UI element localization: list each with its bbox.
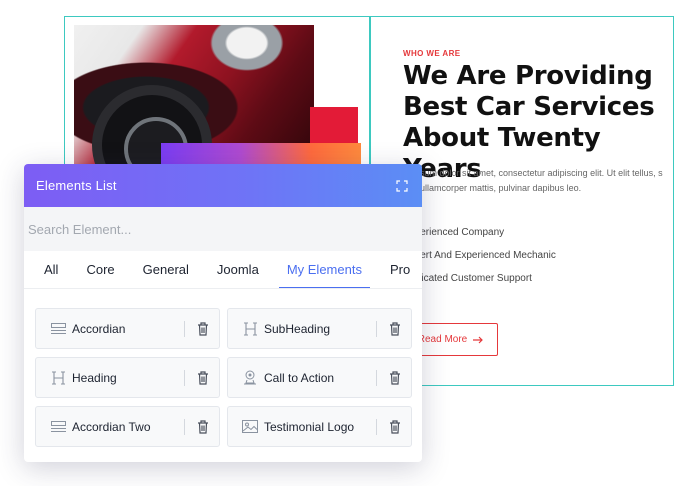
feature-list: Experienced Company Expert And Experienc… (403, 226, 556, 295)
element-label: SubHeading (264, 321, 331, 336)
feature-item: Experienced Company (403, 227, 505, 238)
tab-joomla[interactable]: Joomla (209, 251, 267, 288)
element-card-subheading[interactable]: SubHeading (227, 308, 412, 349)
element-card-accordian-two[interactable]: Accordian Two (35, 406, 220, 447)
category-tabs: All Core General Joomla My Elements Pro (24, 251, 422, 289)
accordion-icon (50, 419, 66, 435)
trash-icon[interactable] (389, 419, 401, 434)
arrow-right-icon (473, 336, 484, 343)
trash-icon[interactable] (197, 419, 209, 434)
tab-core[interactable]: Core (78, 251, 122, 288)
element-card-testimonial-logo[interactable]: Testimonial Logo (227, 406, 412, 447)
element-card-accordian[interactable]: Accordian (35, 308, 220, 349)
element-label: Call to Action (264, 370, 335, 385)
expand-icon[interactable] (396, 179, 408, 192)
feature-item: Dedicated Customer Support (403, 273, 532, 284)
section-eyebrow: WHO WE ARE (403, 49, 461, 58)
elements-grid: Accordian SubHeading Heading Call to Act… (35, 308, 412, 447)
element-label: Heading (72, 370, 117, 385)
tab-my-elements[interactable]: My Elements (278, 251, 371, 288)
panel-header: Elements List (24, 164, 422, 207)
trash-icon[interactable] (389, 370, 401, 385)
divider (376, 369, 377, 386)
tab-pro[interactable]: Pro (382, 251, 418, 288)
elements-list-panel: Elements List All Core General Joomla My… (24, 164, 422, 462)
element-card-heading[interactable]: Heading (35, 357, 220, 398)
divider (376, 320, 377, 337)
section-paragraph: m ipsum dolor sit amet, consectetur adip… (403, 168, 663, 193)
element-label: Accordian Two (72, 419, 151, 434)
divider (184, 418, 185, 435)
decorative-red-block (310, 107, 358, 147)
accordion-icon (50, 321, 66, 337)
element-label: Testimonial Logo (264, 419, 355, 434)
panel-title: Elements List (36, 178, 117, 193)
search-input[interactable] (28, 221, 418, 237)
element-card-call-to-action[interactable]: Call to Action (227, 357, 412, 398)
tab-general[interactable]: General (135, 251, 197, 288)
divider (184, 369, 185, 386)
tab-all[interactable]: All (36, 251, 66, 288)
trash-icon[interactable] (197, 370, 209, 385)
trash-icon[interactable] (197, 321, 209, 336)
read-more-label: Read More (417, 334, 468, 345)
image-icon (242, 419, 258, 435)
feature-item: Expert And Experienced Mechanic (403, 250, 556, 261)
heading-icon (242, 321, 258, 337)
divider (376, 418, 377, 435)
trash-icon[interactable] (389, 321, 401, 336)
divider (184, 320, 185, 337)
search-bar (24, 207, 422, 251)
heading-icon (50, 370, 66, 386)
element-label: Accordian (72, 321, 126, 336)
call-to-action-icon (242, 370, 258, 386)
